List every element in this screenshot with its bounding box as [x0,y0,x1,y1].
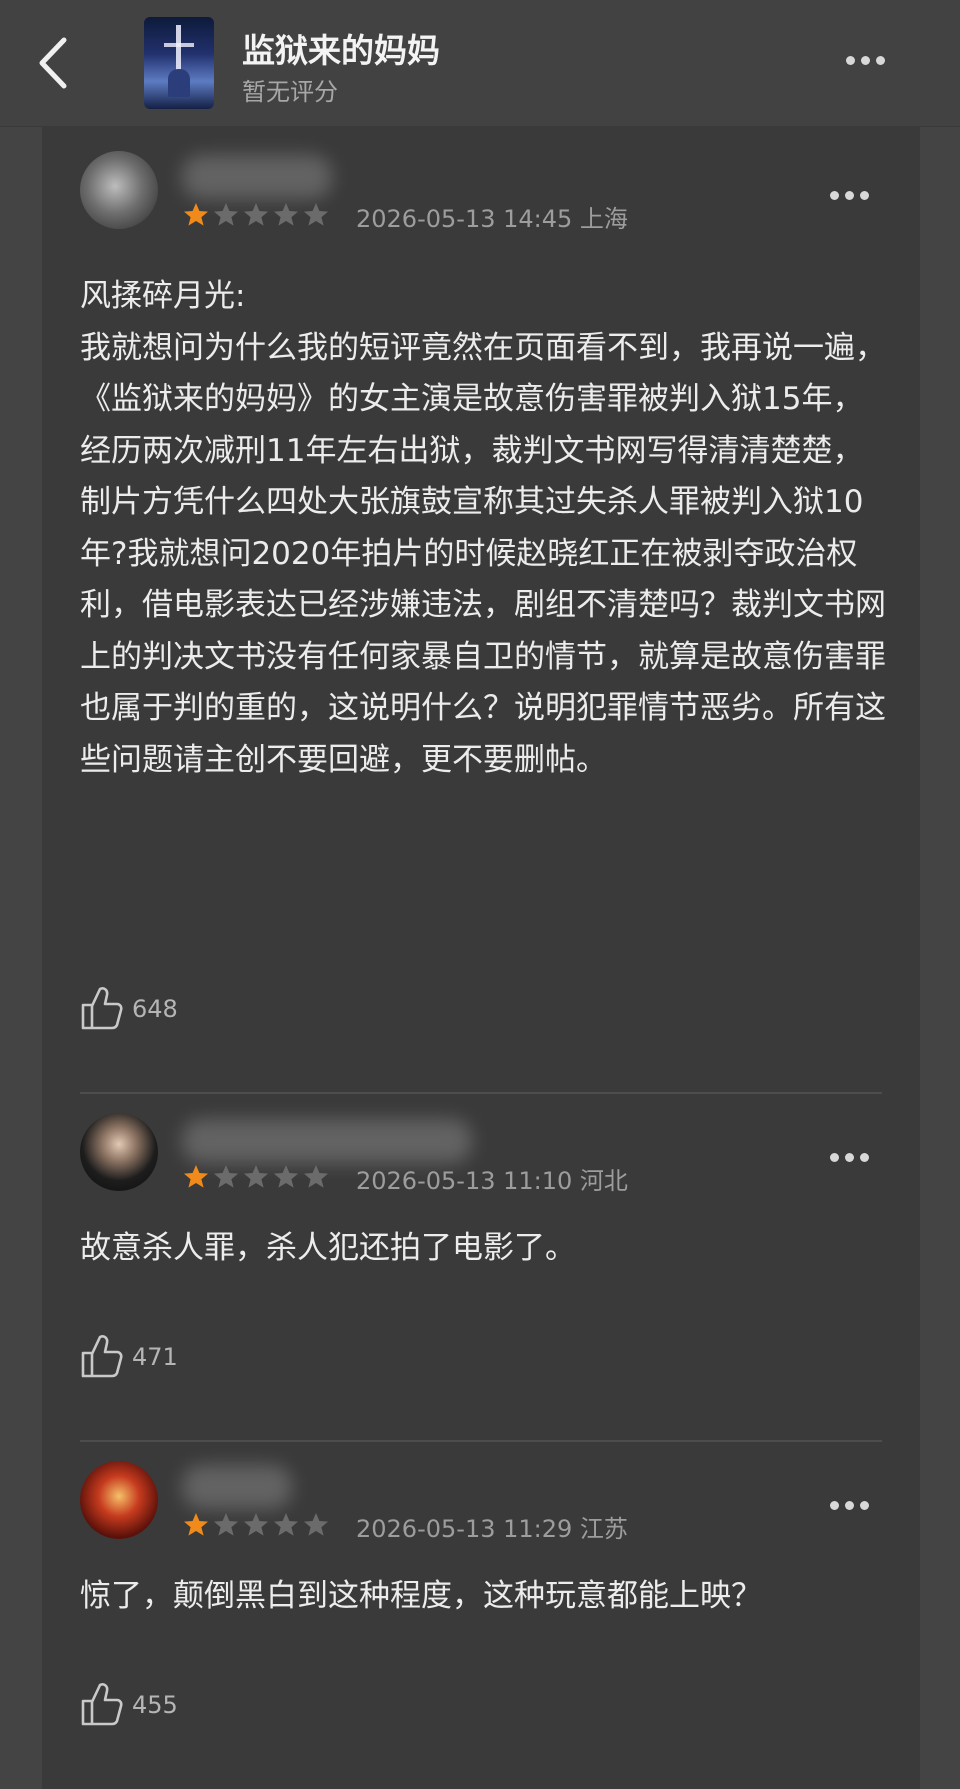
thumbs-up-icon [81,1683,123,1726]
comment-more-icon[interactable] [830,1147,890,1162]
comment-text: 故意杀人罪，杀人犯还拍了电影了。 [80,1230,576,1266]
star-rating [182,1163,342,1193]
movie-poster[interactable] [144,17,214,109]
back-chevron-icon[interactable] [34,34,74,92]
avatar[interactable] [80,1113,158,1191]
divider [80,1440,882,1442]
more-options-icon[interactable] [846,50,906,74]
like-count: 455 [132,1691,178,1719]
like-button[interactable]: 455 [80,1681,230,1729]
star-icon [184,203,208,226]
star-icon [304,1513,328,1536]
star-icon [214,203,238,226]
star-icon [244,1165,268,1188]
star-icon [214,1513,238,1536]
comment-meta: 2026-05-13 14:45 上海 [356,205,628,233]
like-button[interactable]: 648 [80,985,230,1033]
blurred-username [182,155,332,199]
star-rating [182,1511,342,1541]
like-count: 648 [132,995,178,1023]
thumbs-up-icon [81,1335,123,1378]
comment-list: 2026-05-13 14:45 上海 风揉碎月光: 我就想问为什么我的短评竟然… [42,127,920,1789]
avatar[interactable] [80,1461,158,1539]
comment-more-icon[interactable] [830,1495,890,1510]
star-icon [274,203,298,226]
movie-title: 监狱来的妈妈 [242,31,440,70]
rating-status: 暂无评分 [242,78,338,106]
thumbs-up-icon [81,987,123,1030]
comment-meta: 2026-05-13 11:29 江苏 [356,1515,628,1543]
comment-meta: 2026-05-13 11:10 河北 [356,1167,628,1195]
star-icon [274,1513,298,1536]
like-count: 471 [132,1343,178,1371]
divider [80,1092,882,1094]
top-bar: 监狱来的妈妈 暂无评分 [0,0,960,127]
star-icon [184,1513,208,1536]
comment-more-icon[interactable] [830,185,890,200]
comment-text: 风揉碎月光: 我就想问为什么我的短评竟然在页面看不到，我再说一遍，《监狱来的妈妈… [80,278,886,778]
star-icon [304,203,328,226]
star-icon [214,1165,238,1188]
star-icon [304,1165,328,1188]
comment-text: 惊了，颠倒黑白到这种程度，这种玩意都能上映？ [80,1578,762,1614]
blurred-username [182,1465,292,1509]
star-icon [244,203,268,226]
blurred-username [182,1119,472,1163]
star-rating [182,201,342,231]
avatar[interactable] [80,151,158,229]
star-icon [184,1165,208,1188]
star-icon [244,1513,268,1536]
like-button[interactable]: 471 [80,1333,230,1381]
star-icon [274,1165,298,1188]
